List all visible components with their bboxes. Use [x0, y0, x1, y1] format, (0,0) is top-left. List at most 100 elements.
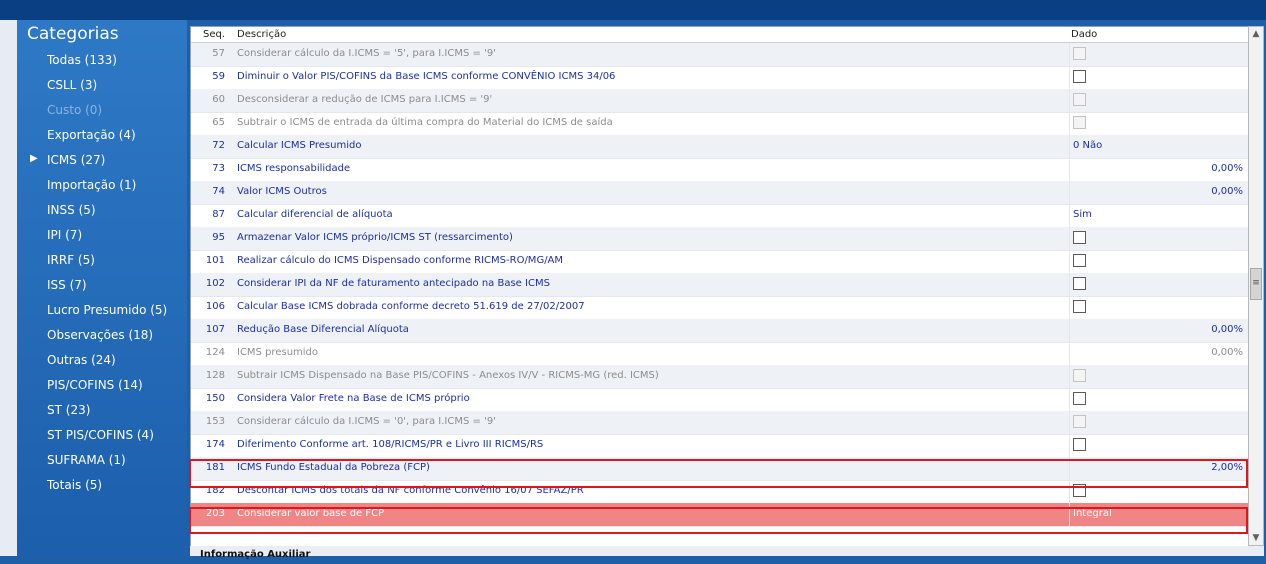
- row-seq: 128: [205, 370, 225, 381]
- row-value[interactable]: 0,00%: [1069, 186, 1243, 197]
- table-row[interactable]: 73 ICMS responsabilidade 0,00%: [191, 158, 1249, 182]
- category-item[interactable]: Custo (0): [47, 103, 102, 117]
- table-row[interactable]: 87 Calcular diferencial de alíquota Sim: [191, 204, 1249, 228]
- row-seq: 73: [212, 163, 225, 174]
- table-row[interactable]: 107 Redução Base Diferencial Alíquota 0,00…: [191, 319, 1249, 343]
- category-item[interactable]: Todas (133): [47, 53, 117, 67]
- row-description: ICMS presumido: [237, 347, 319, 358]
- table-row[interactable]: 102 Considerar IPI da NF de faturamento a…: [191, 273, 1249, 297]
- category-item[interactable]: ISS (7): [47, 278, 87, 292]
- highlight-box-181: [189, 459, 1248, 488]
- row-seq: 102: [205, 278, 225, 289]
- row-checkbox[interactable]: [1073, 300, 1086, 313]
- auxiliary-info-bar: Informação Auxiliar: [190, 546, 1264, 560]
- row-seq: 106: [205, 301, 225, 312]
- auxiliary-info-label: Informação Auxiliar: [200, 549, 311, 560]
- row-checkbox[interactable]: [1073, 438, 1086, 451]
- row-description: Armazenar Valor ICMS próprio/ICMS ST (re…: [237, 232, 513, 243]
- highlight-box-203: [189, 507, 1248, 534]
- header-desc[interactable]: Descrição: [237, 29, 286, 40]
- row-description: Calcular Base ICMS dobrada conforme decr…: [237, 301, 585, 312]
- category-item[interactable]: IPI (7): [47, 228, 82, 242]
- row-description: Calcular diferencial de alíquota: [237, 209, 393, 220]
- row-description: Diferimento Conforme art. 108/RICMS/PR e…: [237, 439, 544, 450]
- row-value[interactable]: Sim: [1073, 209, 1249, 220]
- category-item[interactable]: IRRF (5): [47, 253, 95, 267]
- row-description: Valor ICMS Outros: [237, 186, 327, 197]
- column-divider: [1069, 296, 1070, 319]
- column-divider: [1069, 227, 1070, 250]
- header-seq[interactable]: Seq.: [203, 29, 225, 40]
- category-item[interactable]: Totais (5): [47, 478, 102, 492]
- table-row[interactable]: 95 Armazenar Valor ICMS próprio/ICMS ST (…: [191, 227, 1249, 251]
- row-seq: 72: [212, 140, 225, 151]
- row-checkbox[interactable]: [1073, 254, 1086, 267]
- column-divider: [1069, 204, 1070, 227]
- table-row[interactable]: 72 Calcular ICMS Presumido 0 Não: [191, 135, 1249, 159]
- row-description: ICMS responsabilidade: [237, 163, 351, 174]
- table-row[interactable]: 60 Desconsiderar a redução de ICMS para I…: [191, 89, 1249, 113]
- category-item[interactable]: INSS (5): [47, 203, 96, 217]
- category-item[interactable]: PIS/COFINS (14): [47, 378, 143, 392]
- column-divider: [1069, 434, 1070, 457]
- left-panel-edge: [0, 20, 18, 556]
- category-item[interactable]: ST (23): [47, 403, 90, 417]
- table-row[interactable]: 153 Considerar cálculo da I.ICMS = '0', p…: [191, 411, 1249, 435]
- row-value[interactable]: 0,00%: [1069, 163, 1243, 174]
- table-row[interactable]: 150 Considera Valor Frete na Base de ICMS…: [191, 388, 1249, 412]
- row-checkbox[interactable]: [1073, 392, 1086, 405]
- category-item[interactable]: SUFRAMA (1): [47, 453, 126, 467]
- category-item[interactable]: ICMS (27): [47, 153, 105, 167]
- row-value[interactable]: 0 Não: [1073, 140, 1249, 151]
- row-checkbox[interactable]: [1073, 231, 1086, 244]
- table-row[interactable]: 101 Realizar cálculo do ICMS Dispensado c…: [191, 250, 1249, 274]
- header-dado[interactable]: Dado: [1071, 29, 1097, 40]
- column-divider: [1069, 43, 1070, 66]
- row-seq: 150: [205, 393, 225, 404]
- row-description: Subtrair o ICMS de entrada da última com…: [237, 117, 613, 128]
- category-item[interactable]: Lucro Presumido (5): [47, 303, 167, 317]
- scroll-thumb[interactable]: ≡: [1250, 268, 1262, 300]
- scroll-up-icon[interactable]: ▲: [1249, 27, 1263, 41]
- table-row[interactable]: 57 Considerar cálculo da I.ICMS = '5', pa…: [191, 43, 1249, 67]
- row-value[interactable]: 0,00%: [1069, 347, 1243, 358]
- table-row[interactable]: 74 Valor ICMS Outros 0,00%: [191, 181, 1249, 205]
- table-row[interactable]: 65 Subtrair o ICMS de entrada da última c…: [191, 112, 1249, 136]
- row-seq: 174: [205, 439, 225, 450]
- column-divider: [1069, 66, 1070, 89]
- table-row[interactable]: 124 ICMS presumido 0,00%: [191, 342, 1249, 366]
- row-description: Considerar cálculo da I.ICMS = '0', para…: [237, 416, 496, 427]
- row-checkbox[interactable]: [1073, 277, 1086, 290]
- row-seq: 59: [212, 71, 225, 82]
- table-row[interactable]: 106 Calcular Base ICMS dobrada conforme d…: [191, 296, 1249, 320]
- row-description: Subtrair ICMS Dispensado na Base PIS/COF…: [237, 370, 659, 381]
- row-description: Realizar cálculo do ICMS Dispensado conf…: [237, 255, 564, 266]
- row-checkbox: [1073, 93, 1086, 106]
- category-item[interactable]: Outras (24): [47, 353, 116, 367]
- table-row[interactable]: 59 Diminuir o Valor PIS/COFINS da Base IC…: [191, 66, 1249, 90]
- table-row[interactable]: 128 Subtrair ICMS Dispensado na Base PIS/…: [191, 365, 1249, 389]
- category-item[interactable]: Observações (18): [47, 328, 153, 342]
- category-item[interactable]: ST PIS/COFINS (4): [47, 428, 154, 442]
- row-description: Considera Valor Frete na Base de ICMS pr…: [237, 393, 470, 404]
- category-item[interactable]: CSLL (3): [47, 78, 97, 92]
- row-checkbox: [1073, 116, 1086, 129]
- column-divider: [1069, 411, 1070, 434]
- row-description: Desconsiderar a redução de ICMS para I.I…: [237, 94, 493, 105]
- row-value[interactable]: 0,00%: [1069, 324, 1243, 335]
- row-seq: 153: [205, 416, 225, 427]
- table-row[interactable]: 174 Diferimento Conforme art. 108/RICMS/P…: [191, 434, 1249, 458]
- row-description: Diminuir o Valor PIS/COFINS da Base ICMS…: [237, 71, 616, 82]
- vertical-scrollbar[interactable]: ▲ ≡ ▼: [1248, 26, 1264, 546]
- category-item[interactable]: Importação (1): [47, 178, 136, 192]
- row-seq: 124: [205, 347, 225, 358]
- row-checkbox[interactable]: [1073, 70, 1086, 83]
- scroll-down-icon[interactable]: ▼: [1249, 531, 1263, 545]
- category-item[interactable]: Exportação (4): [47, 128, 136, 142]
- sidebar-title: Categorias: [27, 24, 119, 44]
- row-checkbox: [1073, 415, 1086, 428]
- row-description: Calcular ICMS Presumido: [237, 140, 362, 151]
- row-seq: 107: [205, 324, 225, 335]
- window-titlebar: [0, 0, 1266, 20]
- selected-arrow-icon: ▶: [30, 153, 38, 164]
